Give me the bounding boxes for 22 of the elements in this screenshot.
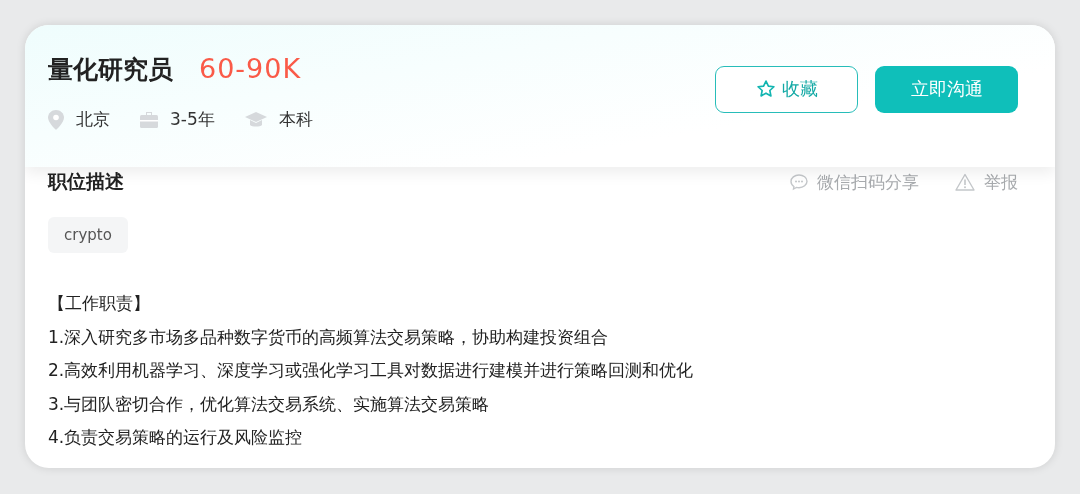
- job-title: 量化研究员: [48, 54, 173, 86]
- meta-text: 3-5年: [170, 108, 215, 131]
- graduation-cap-icon: [244, 111, 267, 128]
- meta-text: 本科: [278, 108, 313, 131]
- chat-bubble-icon: [790, 173, 808, 191]
- description-line: 3.与团队密切合作，优化算法交易系统、实施算法交易策略: [48, 392, 491, 416]
- description-line: 1.深入研究多市场多品种数字货币的高频算法交易策略，协助构建投资组合: [48, 325, 610, 349]
- favorite-button[interactable]: 收藏: [715, 65, 858, 113]
- salary: 60-90K: [199, 53, 302, 84]
- location-pin-icon: [48, 109, 64, 130]
- star-icon: [755, 79, 776, 99]
- description-line: 4.负责交易策略的运行及风险监控: [48, 426, 304, 449]
- share-link[interactable]: 微信扫码分享: [790, 170, 919, 194]
- chat-button[interactable]: 立即沟通: [875, 65, 1018, 113]
- description-line: 【工作职责】: [48, 292, 151, 315]
- description-line: 2.高效利用机器学习、深度学习或强化学习工具对数据进行建模并进行策略回测和优化: [48, 359, 695, 382]
- section-heading: 职位描述: [48, 169, 124, 194]
- meta-text: 北京: [76, 108, 110, 131]
- warning-icon: [955, 173, 975, 191]
- report-link[interactable]: 举报: [955, 170, 1018, 194]
- briefcase-icon: [140, 111, 158, 128]
- tag: crypto: [48, 217, 128, 253]
